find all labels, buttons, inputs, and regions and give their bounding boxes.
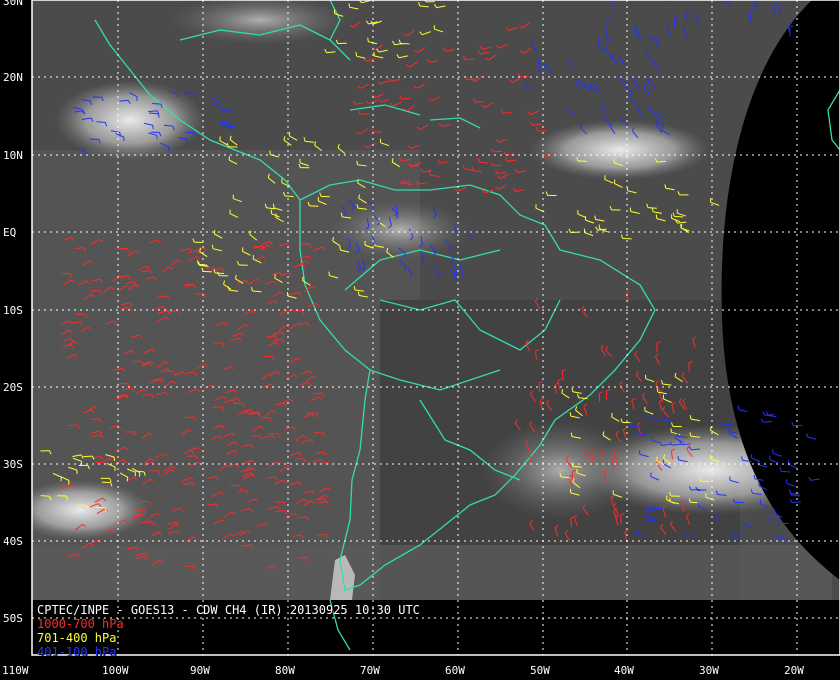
- lon-label-30w: 30W: [699, 664, 719, 677]
- lat-label-50s: 50S: [3, 612, 23, 625]
- lat-label-10s: 10S: [3, 304, 23, 317]
- lat-label-40s: 40S: [3, 535, 23, 548]
- lat-label-30n: 30N: [3, 0, 23, 8]
- lat-label-20s: 20S: [3, 381, 23, 394]
- lon-label-80w: 80W: [275, 664, 295, 677]
- lon-label-100w: 100W: [102, 664, 129, 677]
- lat-label-eq: EQ: [3, 226, 17, 239]
- map-caption: CPTEC/INPE - GOES13 - CDW CH4 (IR) 20130…: [37, 603, 420, 659]
- lon-label-70w: 70W: [360, 664, 380, 677]
- lon-label-50w: 50W: [530, 664, 550, 677]
- satellite-wind-map: 30N 20N 10N EQ 10S 20S 30S 40S 50S 110W …: [0, 0, 840, 680]
- map-title: CPTEC/INPE - GOES13 - CDW CH4 (IR) 20130…: [37, 603, 420, 617]
- lon-label-20w: 20W: [784, 664, 804, 677]
- lat-label-30s: 30S: [3, 458, 23, 471]
- lon-label-110w: 110W: [2, 664, 29, 677]
- satellite-image: [31, 0, 840, 656]
- legend-mid-level: 701-400 hPa: [37, 631, 117, 645]
- lat-label-10n: 10N: [3, 149, 23, 162]
- lat-label-20n: 20N: [3, 71, 23, 84]
- legend-high-level: 401-100 hPa: [37, 645, 117, 659]
- lon-label-60w: 60W: [445, 664, 465, 677]
- legend-low-level: 1000-700 hPa: [37, 617, 124, 631]
- lon-label-90w: 90W: [190, 664, 210, 677]
- lon-label-40w: 40W: [614, 664, 634, 677]
